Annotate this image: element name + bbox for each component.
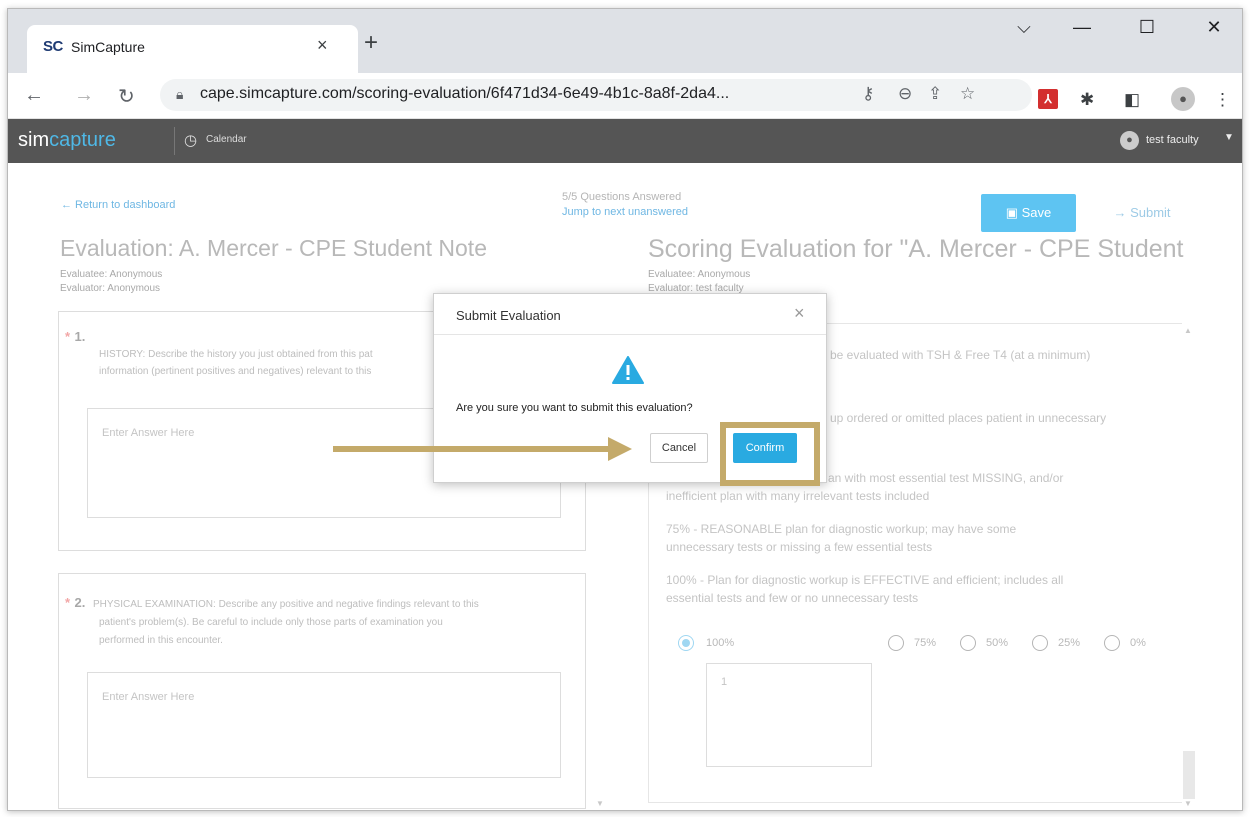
back-arrow-icon[interactable]: ← (24, 84, 44, 107)
kebab-menu-icon[interactable]: ⋮ (1214, 90, 1231, 110)
answer-placeholder: Enter Answer Here (102, 691, 195, 703)
tab-bar: SC SimCapture × + ⌵ — ☐ ✕ (8, 9, 1242, 73)
scroll-up-arrow-icon[interactable]: ▲ (1184, 326, 1192, 335)
close-icon[interactable]: × (794, 303, 805, 324)
annotation-arrow-head-icon (608, 437, 632, 461)
scoring-scrollbar[interactable] (1182, 323, 1194, 803)
radio-25[interactable] (1032, 635, 1048, 651)
answer-placeholder: Enter Answer Here (102, 427, 195, 439)
return-to-dashboard-link[interactable]: ← Return to dashboard (61, 199, 175, 211)
url-text: cape.simcapture.com/scoring-evaluation/6… (200, 85, 730, 102)
bookmark-star-icon[interactable]: ☆ (960, 84, 975, 104)
header-divider (174, 127, 175, 155)
required-marker: * (65, 329, 71, 344)
pdf-extension-icon[interactable]: ⅄ (1038, 89, 1058, 109)
logo-capture: capture (49, 129, 116, 151)
tab-search-icon[interactable]: ⌵ (1001, 17, 1047, 38)
modal-divider (434, 334, 826, 335)
scoring-criteria-line4a: 75% - REASONABLE plan for diagnostic wor… (666, 522, 1017, 536)
logo-sim: sim (18, 129, 50, 151)
question-number: 2. (74, 595, 86, 610)
evaluatee-left: Evaluatee: Anonymous (60, 269, 163, 280)
simcapture-logo[interactable]: simcapture (18, 129, 116, 152)
radio-100[interactable] (678, 635, 694, 651)
key-icon[interactable]: ⚷ (862, 84, 874, 104)
scoring-criteria-line5b: essential tests and few or no unnecessar… (666, 591, 919, 605)
caret-down-icon[interactable]: ▼ (1224, 132, 1234, 143)
scoring-criteria-line5a: 100% - Plan for diagnostic workup is EFF… (666, 573, 1064, 587)
user-menu[interactable]: test faculty (1146, 134, 1199, 146)
question-2-text-line2: patient's problem(s). Be careful to incl… (99, 617, 443, 628)
radio-50[interactable] (960, 635, 976, 651)
radio-label-50: 50% (986, 637, 1009, 649)
answered-status: 5/5 Questions Answered (562, 191, 682, 203)
extensions-puzzle-icon[interactable]: ✱ (1080, 90, 1094, 110)
evaluatee-right: Evaluatee: Anonymous (648, 269, 751, 280)
clock-icon[interactable]: ◷ (184, 131, 197, 149)
address-bar[interactable]: 🔒︎ cape.simcapture.com/scoring-evaluatio… (160, 79, 1032, 111)
question-1-text-line1: HISTORY: Describe the history you just o… (99, 349, 373, 360)
score-comment-input[interactable]: 1 (706, 663, 872, 767)
arrow-right-icon: → (1113, 205, 1131, 220)
close-window-button[interactable]: ✕ (1191, 17, 1237, 38)
question-2-panel: * 2. PHYSICAL EXAMINATION: Describe any … (58, 573, 586, 809)
browser-window: SC SimCapture × + ⌵ — ☐ ✕ ← → ↻ 🔒︎ cape.… (7, 8, 1243, 811)
question-2-text-line1: PHYSICAL EXAMINATION: Describe any posit… (93, 599, 479, 610)
share-icon[interactable]: ⇪ (928, 84, 942, 104)
save-button[interactable]: ▣ Save (981, 194, 1076, 232)
question-2-text-line3: performed in this encounter. (99, 635, 223, 646)
browser-tab[interactable]: SC SimCapture × (27, 25, 358, 73)
minimize-button[interactable]: — (1059, 17, 1105, 38)
jump-to-unanswered-link[interactable]: Jump to next unanswered (562, 206, 688, 218)
question-2-number: * 2. (65, 594, 85, 612)
annotation-highlight-box (720, 422, 820, 486)
radio-label-0: 0% (1130, 637, 1146, 649)
question-number: 1. (74, 329, 86, 344)
maximize-button[interactable]: ☐ (1124, 17, 1170, 38)
calendar-link[interactable]: Calendar (206, 134, 247, 145)
zoom-icon[interactable]: ⊖ (898, 84, 912, 104)
scoring-criteria-line4b: unnecessary tests or missing a few essen… (666, 540, 933, 554)
submit-label: Submit (1130, 205, 1171, 220)
question-1-text-line2: information (pertinent positives and neg… (99, 366, 372, 377)
browser-toolbar: ← → ↻ 🔒︎ cape.simcapture.com/scoring-eva… (8, 73, 1242, 119)
score-value: 1 (721, 676, 728, 688)
profile-avatar-icon[interactable]: ● (1171, 87, 1195, 111)
radio-label-25: 25% (1058, 637, 1081, 649)
modal-message: Are you sure you want to submit this eva… (456, 402, 693, 414)
scoring-title: Scoring Evaluation for "A. Mercer - CPE … (648, 235, 1188, 263)
reload-icon[interactable]: ↻ (118, 84, 135, 109)
required-marker: * (65, 595, 71, 610)
radio-75[interactable] (888, 635, 904, 651)
warning-icon (612, 356, 644, 384)
lock-icon[interactable]: 🔒︎ (176, 86, 183, 103)
scoring-criteria-line3b: inefficient plan with many irrelevant te… (666, 489, 930, 503)
scroll-down-arrow-icon[interactable]: ▼ (1184, 799, 1192, 808)
page-content: ← Return to dashboard 5/5 Questions Answ… (8, 163, 1242, 810)
tab-title: SimCapture (71, 39, 145, 55)
modal-title: Submit Evaluation (456, 308, 561, 323)
evaluator-left: Evaluator: Anonymous (60, 283, 161, 294)
question-2-answer-input[interactable]: Enter Answer Here (87, 672, 561, 778)
question-1-number: * 1. (65, 328, 85, 346)
new-tab-button[interactable]: + (364, 29, 378, 57)
save-label: Save (1021, 205, 1052, 220)
side-panel-icon[interactable]: ◧ (1124, 90, 1140, 110)
evaluation-title: Evaluation: A. Mercer - CPE Student Note (60, 235, 487, 261)
radio-0[interactable] (1104, 635, 1120, 651)
scrollbar-thumb[interactable] (1183, 751, 1195, 799)
cancel-button[interactable]: Cancel (650, 433, 708, 463)
app-header: simcapture ◷ Calendar ● test faculty ▼ (8, 119, 1242, 163)
forward-arrow-icon[interactable]: → (74, 84, 94, 107)
save-icon: ▣ (1005, 205, 1022, 220)
submit-button[interactable]: → Submit (1092, 194, 1192, 232)
annotation-arrow-shaft (333, 446, 611, 452)
scroll-down-arrow-icon[interactable]: ▼ (596, 799, 604, 808)
simcapture-favicon-icon: SC (43, 38, 63, 55)
user-avatar-icon[interactable]: ● (1120, 131, 1139, 150)
tab-close-icon[interactable]: × (317, 35, 328, 56)
radio-label-75: 75% (914, 637, 937, 649)
radio-label-100: 100% (706, 637, 735, 649)
